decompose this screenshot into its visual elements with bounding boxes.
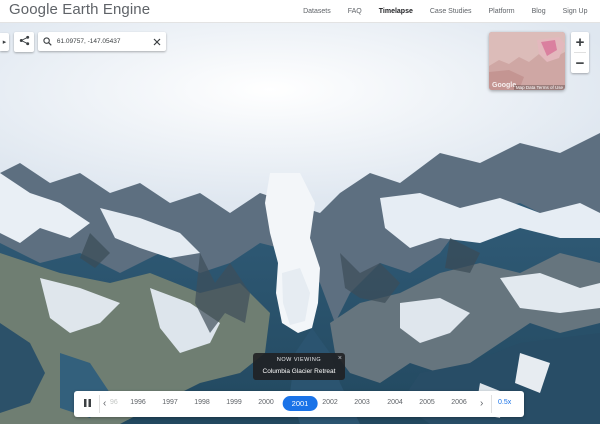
minimap-attribution[interactable]: Map Data Terms of Use [513,85,565,90]
next-year-button[interactable]: › [480,398,483,409]
share-icon [19,33,30,51]
zoom-in-button[interactable]: + [571,32,589,52]
site-logo[interactable]: Google Earth Engine [9,1,150,18]
share-button[interactable] [14,32,34,52]
top-navigation-bar: Google Earth Engine Datasets FAQ Timelap… [0,0,600,23]
year-item[interactable]: 1998 [194,399,210,406]
main-nav: Datasets FAQ Timelapse Case Studies Plat… [295,0,596,22]
year-item[interactable]: 1997 [162,399,178,406]
nav-platform[interactable]: Platform [489,8,515,15]
close-icon[interactable]: × [338,355,342,362]
selected-year[interactable]: 2001 [282,396,318,411]
year-item[interactable]: 2005 [419,399,435,406]
timelapse-timeline: ‹ 1996 1996 1997 1998 1999 2000 2001 200… [74,391,524,417]
timeline-divider [491,395,492,413]
search-input[interactable] [54,38,151,45]
nav-datasets[interactable]: Datasets [303,8,331,15]
year-item[interactable]: 1999 [226,399,242,406]
now-viewing-title[interactable]: Columbia Glacier Retreat [253,368,345,375]
nav-case-studies[interactable]: Case Studies [430,8,472,15]
search-icon [41,37,55,46]
nav-timelapse[interactable]: Timelapse [379,8,413,15]
year-item[interactable]: 2004 [387,399,403,406]
clear-search-icon[interactable] [150,35,164,49]
year-item[interactable]: 2002 [322,399,338,406]
overview-minimap[interactable]: Google Map Data Terms of Use [489,32,565,90]
timeline-divider [99,395,100,413]
now-viewing-card: NOW VIEWING Columbia Glacier Retreat × [253,353,345,380]
year-item[interactable]: 1996 [130,399,146,406]
zoom-out-button[interactable]: − [571,53,589,73]
year-item[interactable]: 2000 [258,399,274,406]
nav-sign-up[interactable]: Sign Up [563,8,588,15]
panel-toggle-button[interactable]: ▸ [0,33,9,51]
playback-speed-button[interactable]: 0.5x [498,399,511,406]
pause-icon [83,395,92,413]
year-item[interactable]: 1996 [110,399,118,406]
minimap-watermark: Google [492,82,517,89]
previous-year-button[interactable]: ‹ [103,398,106,409]
year-item[interactable]: 2003 [354,399,370,406]
pause-button[interactable] [80,397,94,411]
nav-faq[interactable]: FAQ [348,8,362,15]
year-list: 1996 1996 1997 1998 1999 2000 2001 2002 … [110,391,478,417]
now-viewing-label: NOW VIEWING [276,357,322,363]
year-item[interactable]: 2006 [451,399,467,406]
nav-blog[interactable]: Blog [532,8,546,15]
zoom-controls: + − [571,32,589,73]
location-search [38,32,166,51]
